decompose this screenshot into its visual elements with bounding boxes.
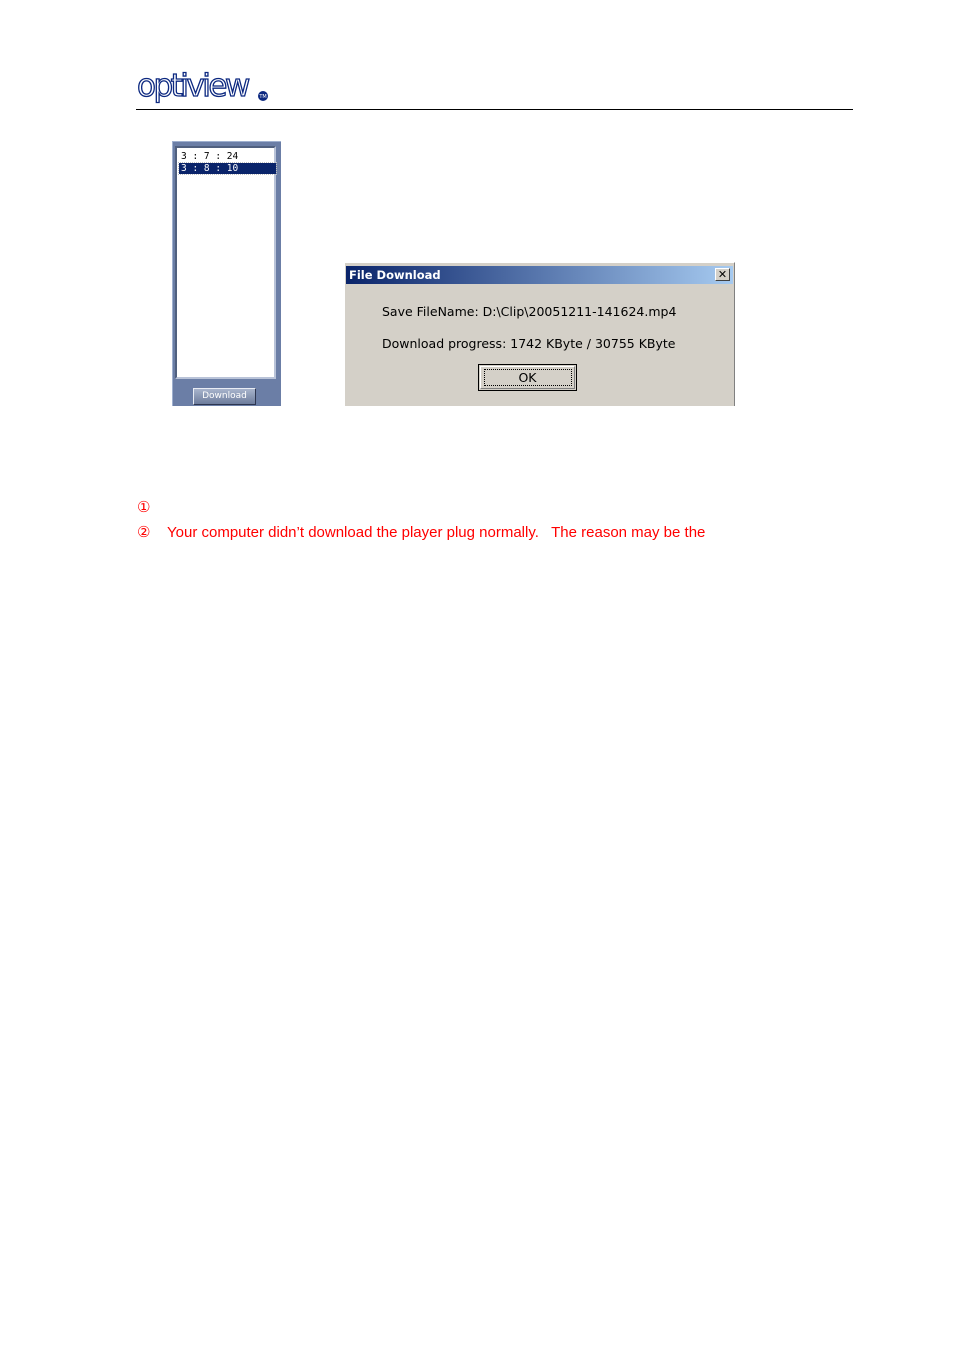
close-button[interactable]: ✕	[715, 268, 730, 281]
download-progress-text: Download progress: 1742 KByte / 30755 KB…	[382, 336, 676, 351]
dialog-title: File Download	[349, 268, 441, 282]
dialog-titlebar[interactable]: File Download ✕	[346, 266, 733, 284]
trademark-mark: TM	[258, 94, 266, 100]
optiview-logo: optiview TM	[136, 66, 277, 106]
ok-button-label: OK	[483, 369, 572, 386]
close-icon: ✕	[717, 268, 728, 281]
note-item-1: ①	[137, 497, 167, 518]
clip-listbox[interactable]: 3 : 7 : 24 3 : 8 : 10	[175, 146, 277, 379]
note-item-2: ② Your computer didn’t download the playe…	[137, 522, 705, 543]
note-marker: ①	[137, 498, 151, 516]
download-button[interactable]: Download	[193, 388, 256, 405]
save-filename-text: Save FileName: D:\Clip\20051211-141624.m…	[382, 304, 677, 319]
ok-button[interactable]: OK	[478, 364, 577, 391]
clip-list-item-selected[interactable]: 3 : 8 : 10	[178, 162, 277, 175]
clip-list-item[interactable]: 3 : 7 : 24	[179, 151, 276, 162]
clip-list-panel: 3 : 7 : 24 3 : 8 : 10 Download	[172, 141, 281, 406]
logo-wordmark: optiview	[137, 68, 250, 104]
note-marker: ②	[137, 523, 151, 541]
file-download-dialog: File Download ✕ Save FileName: D:\Clip\2…	[344, 262, 735, 406]
note-text: Your computer didn’t download the player…	[167, 524, 706, 541]
header-divider	[136, 109, 853, 110]
